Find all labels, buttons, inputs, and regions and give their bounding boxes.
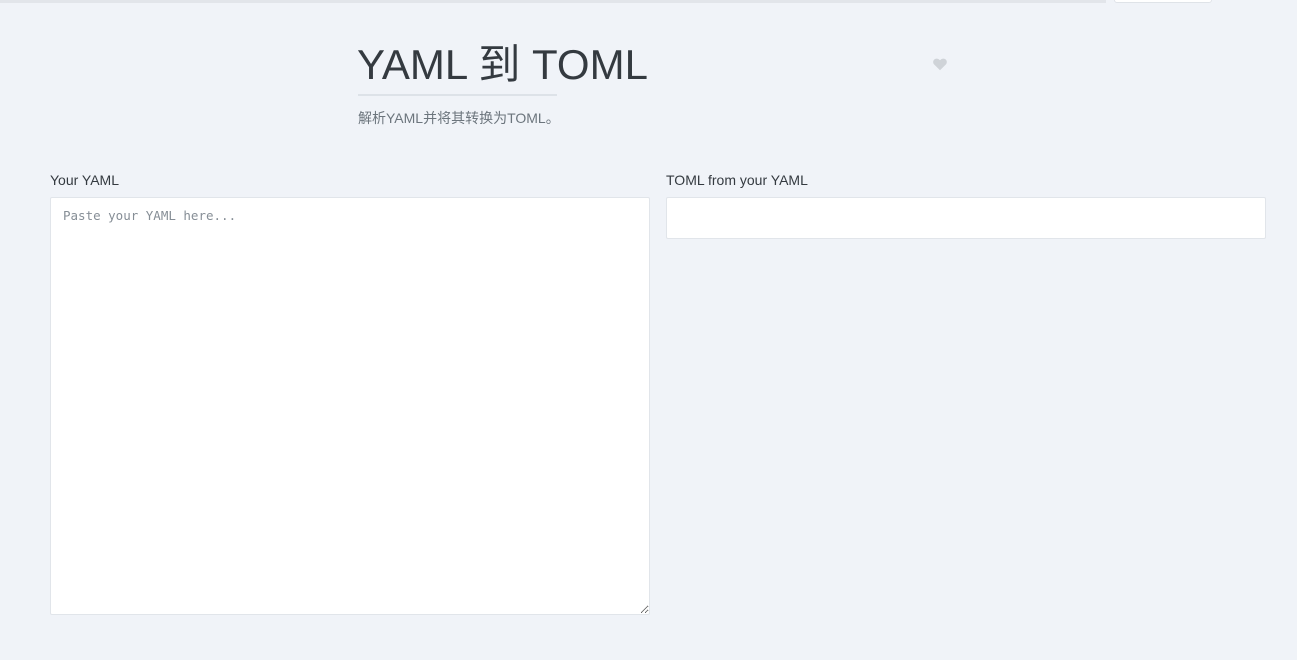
- page-title: YAML 到 TOML: [357, 41, 648, 88]
- top-right-button[interactable]: [1114, 0, 1212, 3]
- toml-output[interactable]: [666, 197, 1266, 239]
- page-subtitle: 解析YAML并将其转换为TOML。: [358, 110, 560, 126]
- toml-output-label: TOML from your YAML: [666, 172, 808, 188]
- heart-icon[interactable]: [932, 56, 948, 72]
- title-underline: [358, 94, 557, 96]
- yaml-input-label: Your YAML: [50, 172, 120, 188]
- top-bar: [0, 0, 1106, 3]
- yaml-input[interactable]: [50, 197, 650, 615]
